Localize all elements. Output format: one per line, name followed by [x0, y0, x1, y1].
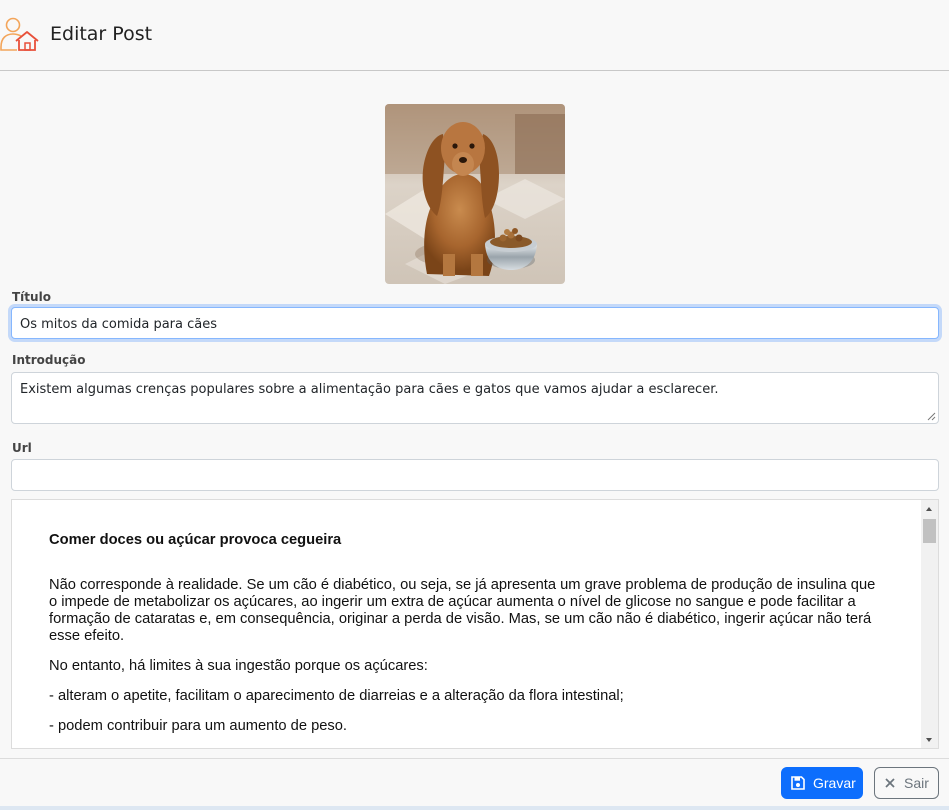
url-label: Url — [12, 441, 32, 455]
editor-paragraph: - podem contribuir para um aumento de pe… — [49, 718, 347, 734]
url-input[interactable] — [11, 459, 939, 491]
footer-strip — [0, 806, 949, 810]
post-image[interactable] — [385, 104, 565, 284]
rich-text-editor[interactable]: Comer doces ou açúcar provoca cegueira N… — [11, 499, 939, 749]
floppy-disk-icon — [791, 776, 805, 790]
editor-heading: Comer doces ou açúcar provoca cegueira — [49, 532, 342, 548]
resize-grip-icon[interactable] — [927, 412, 936, 421]
title-label: Título — [12, 290, 51, 304]
intro-textarea-value: Existem algumas crenças populares sobre … — [20, 382, 719, 397]
editor-paragraph: No entanto, há limites à sua ingestão po… — [49, 658, 428, 674]
save-button-label: Gravar — [813, 775, 856, 791]
page-title: Editar Post — [50, 23, 153, 45]
intro-label: Introdução — [12, 353, 86, 367]
footer-bar: Gravar Sair — [0, 758, 949, 810]
title-input[interactable]: Os mitos da comida para cães — [11, 307, 939, 339]
intro-textarea[interactable]: Existem algumas crenças populares sobre … — [11, 372, 939, 424]
title-input-value: Os mitos da comida para cães — [20, 317, 217, 332]
scroll-thumb[interactable] — [923, 519, 936, 543]
scroll-up-icon[interactable] — [921, 500, 938, 517]
user-home-icon — [0, 17, 39, 51]
exit-button[interactable]: Sair — [874, 767, 939, 799]
editor-scrollbar[interactable] — [921, 500, 938, 748]
page-header: Editar Post — [0, 0, 949, 71]
editor-paragraph: Não corresponde à realidade. Se um cão é… — [49, 577, 876, 644]
editor-paragraph: - alteram o apetite, facilitam o apareci… — [49, 688, 624, 704]
exit-button-label: Sair — [904, 775, 929, 791]
close-icon — [885, 778, 895, 788]
dog-photo-image — [385, 104, 565, 284]
scroll-down-icon[interactable] — [921, 731, 938, 748]
save-button[interactable]: Gravar — [781, 767, 863, 799]
